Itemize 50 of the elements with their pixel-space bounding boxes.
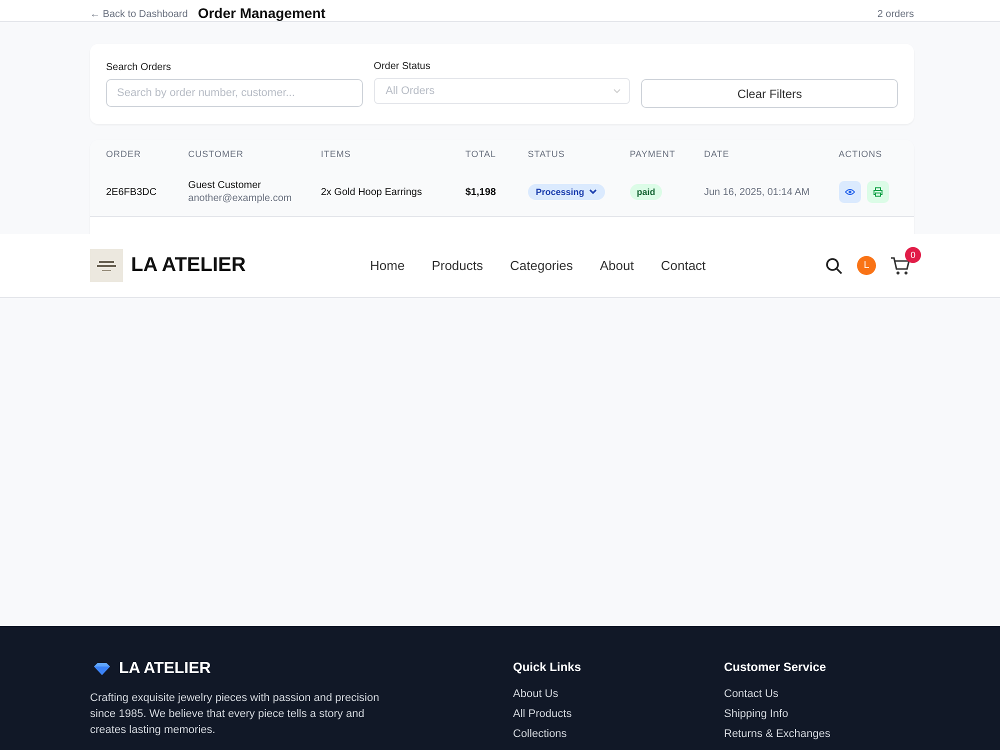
- footer-heading: Quick Links: [513, 660, 582, 674]
- view-button[interactable]: [838, 181, 861, 203]
- customer-email: another@example.com: [188, 193, 293, 204]
- search-icon[interactable]: [825, 256, 843, 274]
- logo-icon: [90, 249, 123, 282]
- nav-link[interactable]: Categories: [510, 258, 573, 273]
- print-button[interactable]: [866, 181, 889, 203]
- chevron-icon: [589, 189, 598, 195]
- nav-link[interactable]: Products: [432, 258, 483, 273]
- back-link[interactable]: ← Back to Dashboard: [90, 9, 188, 21]
- diamond-icon: [93, 662, 111, 676]
- table-cell-text: 2E6FB3DC: [106, 186, 158, 198]
- search-field[interactable]: Search by order number, customer...: [106, 79, 363, 107]
- cart-count-badge: 0: [905, 246, 921, 262]
- brand-name[interactable]: LA ATELIER: [131, 254, 246, 277]
- chevron-icon: [613, 87, 622, 95]
- column-header: TOTAL: [465, 149, 498, 159]
- customer-name: Guest Customer: [188, 180, 262, 191]
- column-header: DATE: [704, 149, 730, 159]
- footer-link[interactable]: All Products: [513, 708, 724, 720]
- column-header: PAYMENT: [630, 149, 676, 159]
- column-header: CUSTOMER: [188, 149, 245, 159]
- footer-description: Crafting exquisite jewelry pieces with passion and precision since 1985. We believe that every piece tells a story and creates lasting memories.: [90, 691, 380, 738]
- nav-link[interactable]: Contact: [660, 258, 706, 273]
- page-title: Order Management: [198, 5, 326, 21]
- column-header: ACTIONS: [838, 149, 884, 159]
- printer-icon: [872, 187, 883, 197]
- nav-link[interactable]: Home: [370, 258, 405, 273]
- footer-link[interactable]: Returns & Exchanges: [724, 728, 830, 740]
- field-label: Search Orders: [106, 62, 172, 73]
- status-dropdown[interactable]: Processing: [528, 184, 606, 200]
- cart-icon[interactable]: [890, 256, 912, 276]
- field-label: Order Status: [374, 61, 432, 72]
- clear-filters-button[interactable]: Clear Filters: [641, 79, 898, 108]
- order-count: 2 orders: [877, 9, 914, 21]
- nav-link[interactable]: About: [600, 258, 634, 273]
- table-cell-text: $1,198: [465, 186, 497, 198]
- footer-link[interactable]: Shipping Info: [724, 708, 830, 720]
- payment-badge: paid: [630, 184, 662, 200]
- table-cell-text: 2x Gold Hoop Earrings: [320, 186, 423, 198]
- footer-link[interactable]: Collections: [513, 728, 724, 740]
- footer-brand: LA ATELIER: [119, 660, 211, 678]
- table-cell-text: Jun 16, 2025, 01:14 AM: [704, 186, 811, 198]
- eye-icon: [844, 188, 855, 196]
- column-header: ITEMS: [320, 149, 352, 159]
- footer-link[interactable]: About Us: [513, 688, 724, 700]
- column-header: ORDER: [106, 149, 142, 159]
- column-header: STATUS: [528, 149, 566, 159]
- footer-link[interactable]: Contact Us: [724, 688, 830, 700]
- footer-heading: Customer Service: [724, 660, 828, 674]
